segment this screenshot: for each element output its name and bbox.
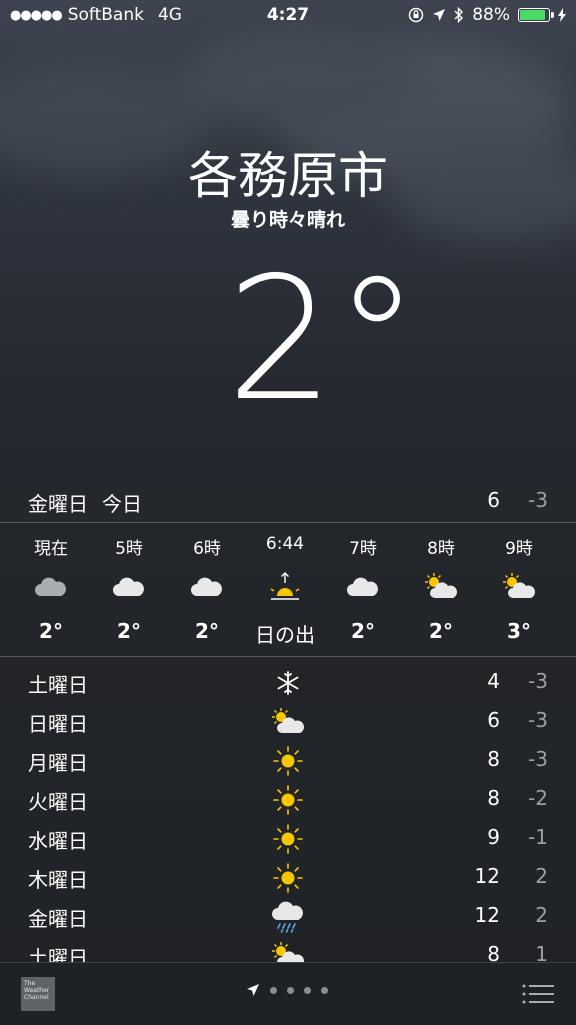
status-bar: ●●●●● SoftBank 4G 4:27 88% xyxy=(0,0,576,30)
forecast-day: 金曜日 xyxy=(28,907,88,931)
forecast-day: 土曜日 xyxy=(28,673,88,697)
list-item: 金曜日 12 2 xyxy=(0,898,576,936)
forecast-day: 水曜日 xyxy=(28,829,88,853)
sun-icon xyxy=(273,863,303,893)
hour-temp: 2° xyxy=(117,619,141,643)
partly-cloudy-icon xyxy=(272,942,304,962)
forecast-high: 12 xyxy=(474,903,500,927)
battery-percent: 88% xyxy=(472,5,510,25)
forecast-low: -3 xyxy=(528,669,548,693)
sunrise-icon xyxy=(270,572,300,600)
today-summary: 金曜日 今日 6 -3 xyxy=(28,488,548,520)
today-high: 6 xyxy=(487,488,500,512)
forecast-day: 日曜日 xyxy=(28,712,88,736)
forecast-day: 木曜日 xyxy=(28,868,88,892)
hour-time: 7時 xyxy=(349,539,377,559)
forecast-low: -1 xyxy=(528,825,548,849)
partly-cloudy-icon xyxy=(272,708,304,733)
logo-text: Channel xyxy=(24,994,49,1001)
hour-temp: 2° xyxy=(39,619,63,643)
forecast-high: 8 xyxy=(487,942,500,962)
location-arrow-icon xyxy=(433,9,446,21)
hour-temp: 2° xyxy=(351,619,375,643)
logo-text: The xyxy=(24,980,36,987)
list-item: 土曜日 4 -3 xyxy=(0,664,576,702)
forecast-high: 4 xyxy=(487,669,500,693)
list-item: 日曜日 6 -3 xyxy=(0,703,576,741)
rotation-lock-icon xyxy=(408,7,424,23)
bluetooth-icon xyxy=(454,7,464,23)
battery-icon xyxy=(518,8,554,22)
weather-channel-logo[interactable]: The Weather Channel xyxy=(21,977,55,1011)
forecast-high: 12 xyxy=(474,864,500,888)
hourly-forecast[interactable]: 現在 2° 5時 2° 6時 2° 6:44 日の出 7時 2° 8時 2° 9… xyxy=(0,530,576,654)
logo-text: Weather xyxy=(24,987,50,994)
forecast-day: 土曜日 xyxy=(28,946,88,962)
forecast-high: 8 xyxy=(487,786,500,810)
forecast-high: 8 xyxy=(487,747,500,771)
page-dot xyxy=(270,986,277,994)
rain-icon xyxy=(272,901,303,933)
forecast-high: 6 xyxy=(487,708,500,732)
list-item: 水曜日 9 -1 xyxy=(0,820,576,858)
forecast-day: 月曜日 xyxy=(28,751,88,775)
sun-icon xyxy=(273,824,303,854)
sun-icon xyxy=(273,785,303,815)
list-item: 木曜日 12 2 xyxy=(0,859,576,897)
hour-temp: 3° xyxy=(507,619,531,643)
list-item: 土曜日 8 1 xyxy=(0,937,576,962)
page-dot xyxy=(304,986,311,994)
divider xyxy=(0,656,576,657)
cloud-icon xyxy=(113,577,144,596)
page-dot xyxy=(287,986,294,994)
today-low: -3 xyxy=(528,488,548,512)
forecast-high: 9 xyxy=(487,825,500,849)
today-day: 金曜日 xyxy=(28,492,88,516)
list-item: 火曜日 8 -2 xyxy=(0,781,576,819)
today-label: 今日 xyxy=(102,492,142,516)
page-indicator[interactable] xyxy=(246,983,328,997)
cloud-icon xyxy=(347,577,378,596)
snow-icon xyxy=(277,671,299,695)
current-temperature: 2° xyxy=(226,241,420,439)
forecast-low: -3 xyxy=(528,708,548,732)
bottom-toolbar: The Weather Channel xyxy=(0,962,576,1025)
hour-time: 9時 xyxy=(505,539,533,559)
partly-cloudy-icon xyxy=(503,573,535,598)
forecast-day: 火曜日 xyxy=(28,790,88,814)
hour-time: 6時 xyxy=(193,539,221,559)
daily-forecast[interactable]: 土曜日 4 -3 日曜日 6 -3 月曜日 8 -3 火曜日 8 -2 水曜日 … xyxy=(0,664,576,962)
sun-icon xyxy=(273,746,303,776)
weather-condition: 曇り時々晴れ xyxy=(230,209,345,231)
hour-time: 8時 xyxy=(427,539,455,559)
charging-icon xyxy=(558,8,566,22)
forecast-low: 2 xyxy=(535,903,548,927)
cloud-icon xyxy=(191,577,222,596)
forecast-low: 1 xyxy=(535,942,548,962)
hour-temp: 2° xyxy=(429,619,453,643)
hour-time: 5時 xyxy=(115,539,143,559)
hour-time: 6:44 xyxy=(265,534,305,554)
hour-time: 現在 xyxy=(34,539,68,559)
hour-temp: 日の出 xyxy=(255,623,315,647)
partly-cloudy-icon xyxy=(425,573,457,598)
forecast-low: 2 xyxy=(535,864,548,888)
location-arrow-icon xyxy=(247,984,259,996)
cloud-icon xyxy=(35,577,66,596)
list-item: 月曜日 8 -3 xyxy=(0,742,576,780)
divider xyxy=(0,522,576,523)
city-name: 各務原市 xyxy=(188,147,388,205)
page-dot xyxy=(321,986,328,994)
forecast-low: -2 xyxy=(528,786,548,810)
city-list-icon[interactable] xyxy=(522,983,554,1005)
forecast-low: -3 xyxy=(528,747,548,771)
hour-temp: 2° xyxy=(195,619,219,643)
